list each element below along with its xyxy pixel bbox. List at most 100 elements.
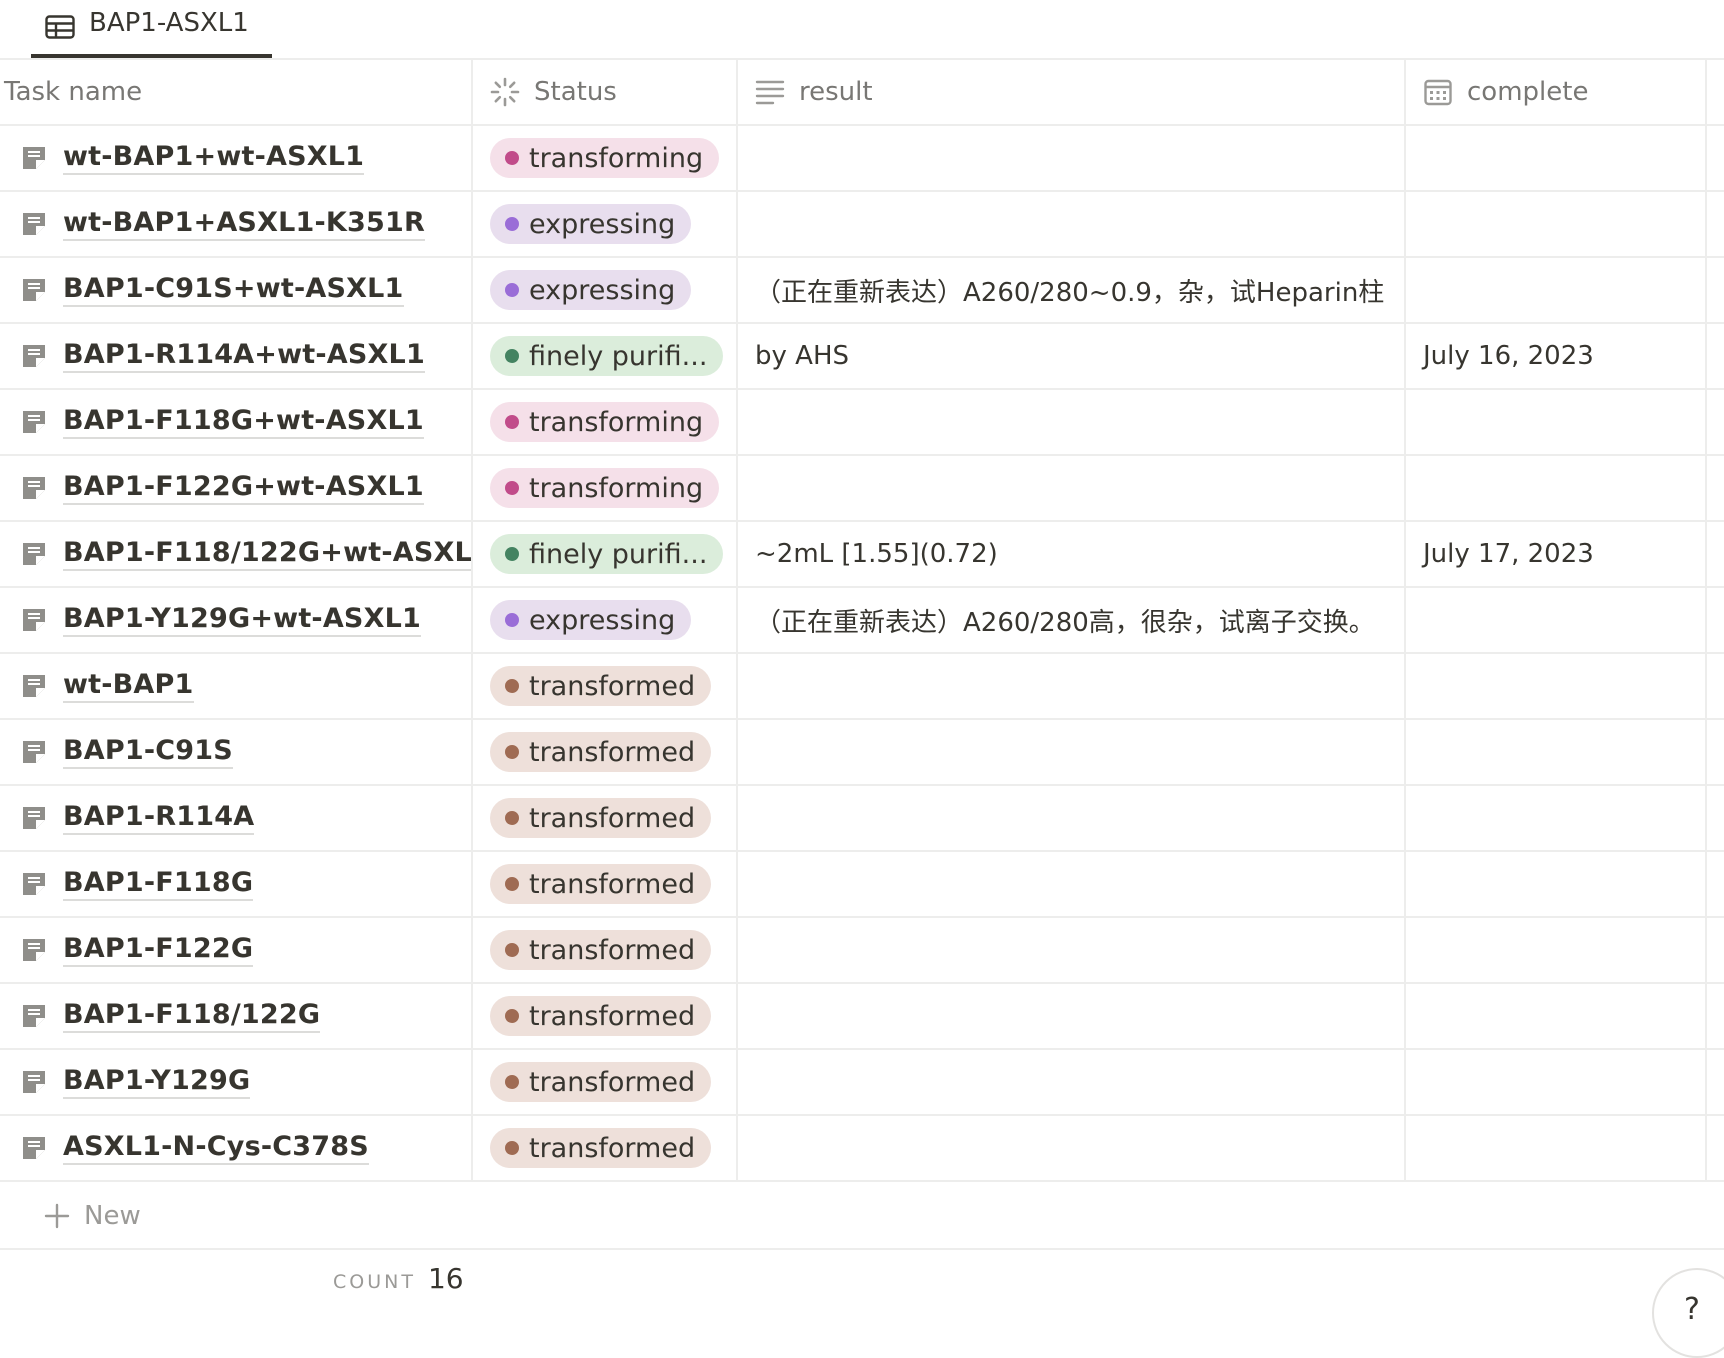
complete-date-cell[interactable]: July 17, 2023 <box>1406 522 1707 586</box>
table-row[interactable]: BAP1-F122G transformed <box>0 918 1724 984</box>
status-badge[interactable]: transformed <box>490 930 712 970</box>
task-name-link[interactable]: BAP1-F122G <box>63 933 254 967</box>
result-cell[interactable] <box>738 1116 1406 1180</box>
result-cell[interactable]: （正在重新表达）A260/280高，很杂，试离子交换。 <box>738 588 1406 652</box>
complete-date-cell[interactable] <box>1406 654 1707 718</box>
task-name-cell[interactable]: BAP1-F118/122G <box>0 984 473 1048</box>
task-name-link[interactable]: BAP1-F122G+wt-ASXL1 <box>63 471 424 505</box>
task-name-link[interactable]: BAP1-Y129G+wt-ASXL1 <box>63 603 421 637</box>
result-cell[interactable] <box>738 654 1406 718</box>
task-name-link[interactable]: wt-BAP1+ASXL1-K351R <box>63 207 425 241</box>
result-cell[interactable] <box>738 126 1406 190</box>
complete-date-cell[interactable] <box>1406 852 1707 916</box>
task-name-cell[interactable]: BAP1-F118G <box>0 852 473 916</box>
status-badge[interactable]: transformed <box>490 1062 712 1102</box>
task-name-cell[interactable]: BAP1-Y129G+wt-ASXL1 <box>0 588 473 652</box>
complete-date-cell[interactable] <box>1406 588 1707 652</box>
complete-date-cell[interactable] <box>1406 1050 1707 1114</box>
result-cell[interactable] <box>738 1050 1406 1114</box>
task-name-link[interactable]: BAP1-C91S+wt-ASXL1 <box>63 273 404 307</box>
table-row[interactable]: BAP1-F118G transformed <box>0 852 1724 918</box>
result-cell[interactable] <box>738 192 1406 256</box>
column-header-result[interactable]: result <box>738 60 1406 124</box>
task-name-cell[interactable]: wt-BAP1+ASXL1-K351R <box>0 192 473 256</box>
status-badge[interactable]: expressing <box>490 204 692 244</box>
table-row[interactable]: BAP1-Y129G transformed <box>0 1050 1724 1116</box>
task-name-link[interactable]: BAP1-F118G+wt-ASXL1 <box>63 405 424 439</box>
task-name-link[interactable]: BAP1-R114A <box>63 801 255 835</box>
table-row[interactable]: BAP1-C91S+wt-ASXL1 expressing （正在重新表达）A260… <box>0 258 1724 324</box>
complete-date-cell[interactable] <box>1406 786 1707 850</box>
status-badge[interactable]: expressing <box>490 270 692 310</box>
task-name-cell[interactable]: BAP1-C91S <box>0 720 473 784</box>
task-name-cell[interactable]: wt-BAP1+wt-ASXL1 <box>0 126 473 190</box>
status-cell[interactable]: transformed <box>473 1116 738 1180</box>
result-cell[interactable] <box>738 852 1406 916</box>
task-name-link[interactable]: BAP1-Y129G <box>63 1065 251 1099</box>
result-cell[interactable] <box>738 918 1406 982</box>
table-row[interactable]: BAP1-R114A+wt-ASXL1 finely purifi... by AH… <box>0 324 1724 390</box>
status-cell[interactable]: transformed <box>473 984 738 1048</box>
task-name-link[interactable]: BAP1-F118G <box>63 867 254 901</box>
result-cell[interactable] <box>738 786 1406 850</box>
result-cell[interactable]: ~2mL [1.55](0.72) <box>738 522 1406 586</box>
table-row[interactable]: BAP1-F118G+wt-ASXL1 transforming <box>0 390 1724 456</box>
table-row[interactable]: wt-BAP1 transformed <box>0 654 1724 720</box>
status-badge[interactable]: transformed <box>490 732 712 772</box>
status-cell[interactable]: transforming <box>473 390 738 454</box>
task-name-link[interactable]: BAP1-F118/122G <box>63 999 321 1033</box>
task-name-link[interactable]: BAP1-R114A+wt-ASXL1 <box>63 339 425 373</box>
status-cell[interactable]: transformed <box>473 786 738 850</box>
status-badge[interactable]: transforming <box>490 468 720 508</box>
complete-date-cell[interactable] <box>1406 1116 1707 1180</box>
result-cell[interactable]: （正在重新表达）A260/280~0.9，杂，试Heparin柱 <box>738 258 1406 322</box>
table-row[interactable]: BAP1-R114A transformed <box>0 786 1724 852</box>
status-badge[interactable]: transformed <box>490 666 712 706</box>
table-row[interactable]: BAP1-C91S transformed <box>0 720 1724 786</box>
table-row[interactable]: BAP1-F118/122G transformed <box>0 984 1724 1050</box>
table-row[interactable]: wt-BAP1+ASXL1-K351R expressing <box>0 192 1724 258</box>
status-badge[interactable]: finely purifi... <box>490 534 724 574</box>
status-badge[interactable]: transforming <box>490 138 720 178</box>
task-name-cell[interactable]: BAP1-C91S+wt-ASXL1 <box>0 258 473 322</box>
task-name-cell[interactable]: BAP1-F122G+wt-ASXL1 <box>0 456 473 520</box>
status-cell[interactable]: finely purifi... <box>473 522 738 586</box>
table-row[interactable]: BAP1-Y129G+wt-ASXL1 expressing （正在重新表达）A26… <box>0 588 1724 654</box>
result-cell[interactable] <box>738 720 1406 784</box>
task-name-link[interactable]: wt-BAP1 <box>63 669 194 703</box>
help-button[interactable]: ? <box>1652 1268 1724 1358</box>
status-cell[interactable]: expressing <box>473 192 738 256</box>
task-name-link[interactable]: BAP1-F118/122G+wt-ASXL1 <box>63 537 471 571</box>
task-name-cell[interactable]: BAP1-R114A+wt-ASXL1 <box>0 324 473 388</box>
status-cell[interactable]: expressing <box>473 588 738 652</box>
count-footer[interactable]: COUNT 16 <box>333 1262 464 1302</box>
complete-date-cell[interactable] <box>1406 918 1707 982</box>
task-name-link[interactable]: BAP1-C91S <box>63 735 233 769</box>
task-name-link[interactable]: ASXL1-N-Cys-C378S <box>63 1131 369 1165</box>
status-badge[interactable]: transforming <box>490 402 720 442</box>
status-badge[interactable]: transformed <box>490 864 712 904</box>
status-cell[interactable]: transforming <box>473 126 738 190</box>
status-badge[interactable]: transformed <box>490 1128 712 1168</box>
result-cell[interactable] <box>738 456 1406 520</box>
task-name-link[interactable]: wt-BAP1+wt-ASXL1 <box>63 141 365 175</box>
complete-date-cell[interactable] <box>1406 192 1707 256</box>
result-cell[interactable] <box>738 390 1406 454</box>
task-name-cell[interactable]: wt-BAP1 <box>0 654 473 718</box>
complete-date-cell[interactable] <box>1406 984 1707 1048</box>
task-name-cell[interactable]: BAP1-R114A <box>0 786 473 850</box>
status-badge[interactable]: transformed <box>490 798 712 838</box>
status-cell[interactable]: transformed <box>473 852 738 916</box>
result-cell[interactable] <box>738 984 1406 1048</box>
complete-date-cell[interactable] <box>1406 258 1707 322</box>
column-header-status[interactable]: Status <box>473 60 738 124</box>
complete-date-cell[interactable] <box>1406 126 1707 190</box>
table-row[interactable]: ASXL1-N-Cys-C378S transformed <box>0 1116 1724 1182</box>
result-cell[interactable]: by AHS <box>738 324 1406 388</box>
task-name-cell[interactable]: BAP1-Y129G <box>0 1050 473 1114</box>
status-badge[interactable]: finely purifi... <box>490 336 724 376</box>
table-row[interactable]: BAP1-F122G+wt-ASXL1 transforming <box>0 456 1724 522</box>
status-badge[interactable]: transformed <box>490 996 712 1036</box>
add-new-row-button[interactable]: New <box>0 1184 1724 1250</box>
status-cell[interactable]: transformed <box>473 654 738 718</box>
